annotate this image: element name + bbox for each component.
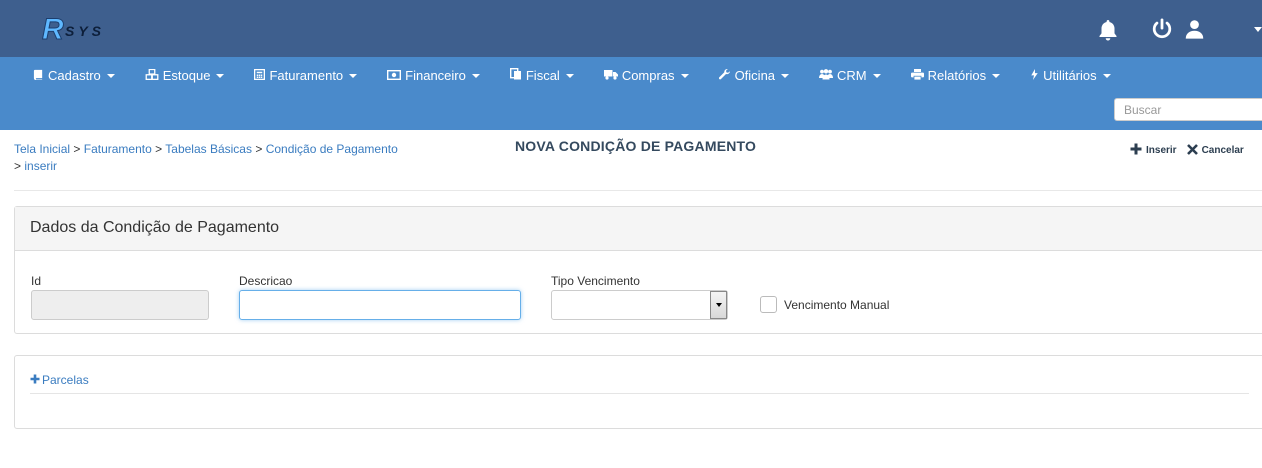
parcelas-divider [30,393,1249,394]
menu-oficina[interactable]: Oficina [718,67,790,83]
caret-icon [565,73,574,78]
select-arrow-button[interactable] [710,291,727,319]
breadcrumb-condicao-pagamento[interactable]: Condição de Pagamento [266,142,398,156]
parcelas-label: Parcelas [42,373,89,387]
cubes-icon [145,68,163,83]
vencimento-manual-label: Vencimento Manual [784,298,890,312]
menu-label: Cadastro [48,67,101,83]
caret-icon [106,73,115,78]
breadcrumb-tela-inicial[interactable]: Tela Inicial [14,142,70,156]
money-icon [387,68,405,83]
breadcrumb: Tela Inicial > Faturamento > Tabelas Bás… [14,141,434,175]
caret-icon [872,73,881,78]
users-icon [819,68,837,83]
menu-label: Faturamento [269,67,344,83]
menu-label: Fiscal [525,67,560,83]
caret-icon [349,73,358,78]
caret-icon [1102,73,1111,78]
menu-utilitarios[interactable]: Utilitários [1030,67,1111,83]
menu-estoque[interactable]: Estoque [145,68,225,83]
tipo-vencimento-select[interactable] [551,290,728,320]
search-input[interactable] [1114,98,1262,121]
cancel-button[interactable]: Cancelar [1186,143,1244,158]
book-icon [33,68,48,83]
main-navbar: Cadastro Estoque Faturamento Financeiro … [0,57,1262,130]
truck-icon [603,68,622,83]
bell-icon[interactable] [1096,18,1120,45]
plus-icon [1130,143,1146,158]
menu-relatorios[interactable]: Relatórios [910,67,1001,83]
menu-label: Oficina [734,67,776,83]
menu-financeiro[interactable]: Financeiro [387,68,480,83]
breadcrumb-faturamento[interactable]: Faturamento [84,142,152,156]
caret-icon [781,73,790,78]
power-icon[interactable] [1151,18,1173,43]
chevron-down-icon[interactable] [1254,27,1262,32]
menu-crm[interactable]: CRM [819,68,881,83]
print-icon [910,68,928,83]
insert-label: Inserir [1146,145,1177,156]
user-icon[interactable] [1184,18,1205,43]
chevron-down-icon [715,303,722,307]
page-actions: Inserir Cancelar [1130,143,1244,158]
calculator-icon [254,68,269,83]
breadcrumb-tabelas-basicas[interactable]: Tabelas Básicas [165,142,252,156]
breadcrumb-separator: > [14,159,22,173]
top-header: R SYS [0,0,1262,57]
tipo-vencimento-label: Tipo Vencimento [551,274,640,288]
menu-label: Compras [621,67,675,83]
caret-icon [680,73,689,78]
panel-title: Dados da Condição de Pagamento [15,207,1262,251]
breadcrumb-separator: > [73,142,81,156]
breadcrumb-separator: > [155,142,163,156]
svg-text:R: R [42,13,64,46]
menu-cadastro[interactable]: Cadastro [33,68,115,83]
rsys-logo[interactable]: R SYS [40,12,140,47]
menu-label: Financeiro [405,67,466,83]
menu-fiscal[interactable]: Fiscal [509,67,574,83]
caret-icon [471,73,480,78]
parcelas-toggle[interactable]: Parcelas [30,373,89,387]
insert-button[interactable]: Inserir [1130,143,1177,158]
cancel-label: Cancelar [1201,145,1244,156]
parcelas-panel: Parcelas [14,355,1262,429]
descricao-label: Descricao [239,274,293,288]
dados-panel: Dados da Condição de Pagamento Id Descri… [14,206,1262,334]
descricao-field[interactable] [239,290,521,320]
menu-label: CRM [837,67,867,83]
wrench-icon [718,68,735,83]
files-icon [509,67,526,83]
id-field [31,290,209,320]
breadcrumb-inserir[interactable]: inserir [24,159,57,173]
menu-label: Estoque [162,67,211,83]
vencimento-manual-checkbox[interactable] [760,296,777,313]
caret-icon [216,73,225,78]
id-label: Id [31,274,42,288]
menu-label: Relatórios [927,67,987,83]
svg-text:SYS: SYS [65,23,105,39]
plus-icon [30,373,42,387]
menu-label: Utilitários [1043,67,1097,83]
header-divider [14,190,1262,191]
menu-compras[interactable]: Compras [603,67,689,83]
menu-faturamento[interactable]: Faturamento [254,67,358,83]
caret-icon [992,73,1001,78]
bolt-icon [1030,68,1043,83]
breadcrumb-separator: > [255,142,263,156]
page-title: NOVA CONDIÇÃO DE PAGAMENTO [515,138,757,154]
close-icon [1186,143,1202,158]
main-menu: Cadastro Estoque Faturamento Financeiro … [0,57,1111,93]
